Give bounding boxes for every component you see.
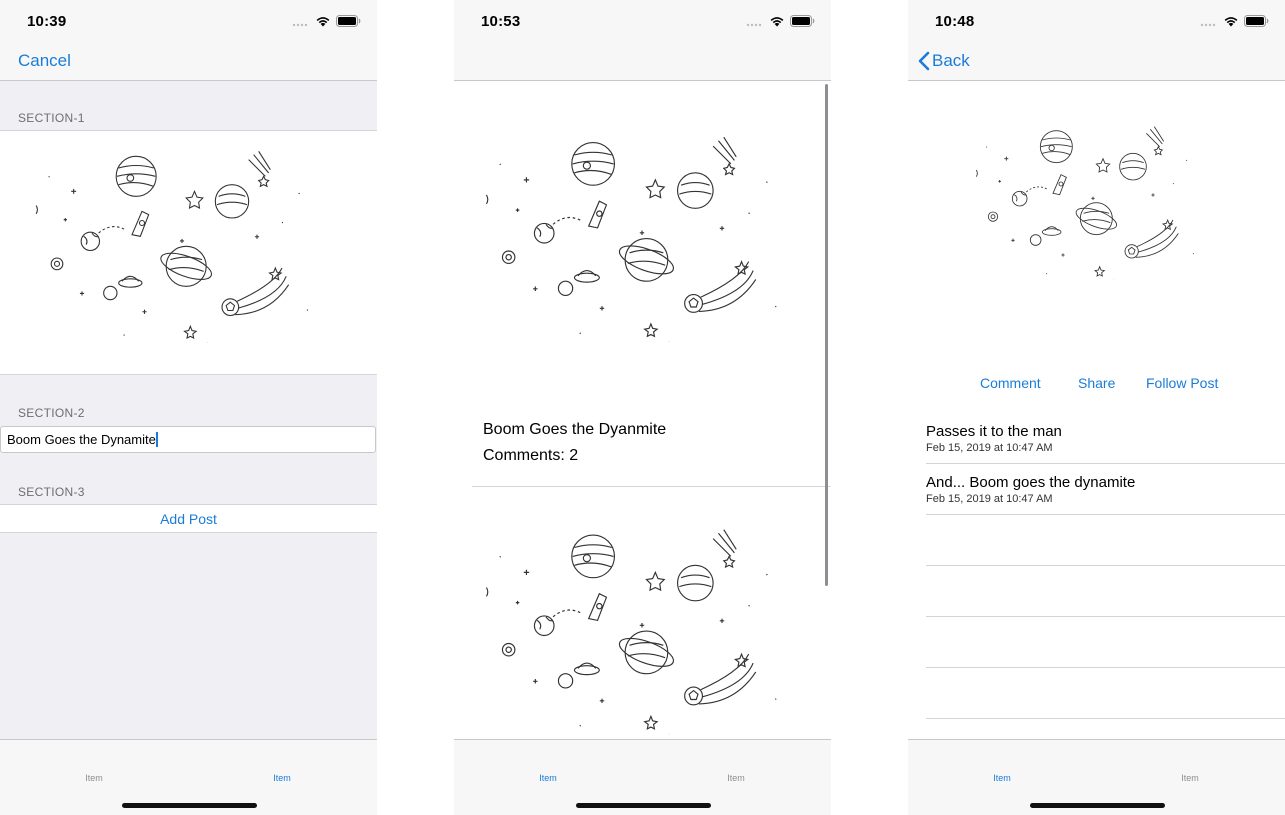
section-header-2: SECTION-2 [18, 406, 85, 420]
screen-new-post: 10:39 Cancel SECTION-1 SECTION-2 Boom Go… [0, 0, 377, 815]
signal-icon [292, 15, 310, 27]
add-post-button[interactable]: Add Post [0, 504, 377, 533]
battery-icon [790, 15, 815, 27]
post-title-field-value: Boom Goes the Dynamite [7, 432, 156, 447]
comment-text: And... Boom goes the dynamite [926, 474, 1136, 491]
share-button[interactable]: Share [1078, 375, 1115, 391]
status-time: 10:53 [481, 13, 521, 30]
navigation-bar: Back [908, 44, 1285, 81]
tab-item-1[interactable]: Item [518, 773, 578, 783]
battery-icon [336, 15, 361, 27]
signal-icon [746, 15, 764, 27]
home-indicator [1029, 803, 1165, 808]
space-doodle-image [482, 110, 802, 360]
section-header-1: SECTION-1 [18, 111, 85, 125]
tab-item-1[interactable]: Item [64, 773, 124, 783]
scroll-indicator[interactable] [825, 84, 828, 586]
battery-icon [1244, 15, 1269, 27]
text-cursor [155, 432, 158, 447]
row-separator [926, 463, 1285, 464]
wifi-icon [315, 15, 331, 27]
status-bar: 10:48 [908, 0, 1285, 44]
home-indicator [121, 803, 257, 808]
row-separator [926, 667, 1285, 668]
row-separator [926, 565, 1285, 566]
back-button[interactable]: Back [918, 51, 970, 71]
wifi-icon [769, 15, 785, 27]
tab-item-2[interactable]: Item [706, 773, 766, 783]
follow-post-button[interactable]: Follow Post [1146, 375, 1218, 391]
screen-feed: 10:53 Boom Goes the Dyanmite Comments: 2… [454, 0, 831, 815]
post-title-field[interactable]: Boom Goes the Dynamite [0, 426, 376, 453]
comment-button[interactable]: Comment [980, 375, 1041, 391]
status-time: 10:48 [935, 13, 975, 30]
status-time: 10:39 [27, 13, 67, 30]
back-label: Back [932, 51, 970, 70]
post-comment-count: Comments: 2 [483, 447, 579, 464]
tab-bar: Item Item [0, 739, 377, 815]
row-separator [926, 514, 1285, 515]
status-bar: 10:53 [454, 0, 831, 44]
space-doodle-image [973, 105, 1213, 295]
status-icons [746, 14, 815, 28]
row-separator [926, 616, 1285, 617]
row-separator [926, 718, 1285, 719]
back-chevron-icon [918, 51, 930, 71]
home-indicator [575, 803, 711, 808]
tab-item-2[interactable]: Item [252, 773, 312, 783]
tab-item-1[interactable]: Item [972, 773, 1032, 783]
screen-post-detail: 10:48 Back Comment Share Follow Post Pas… [908, 0, 1285, 815]
status-bar: 10:39 [0, 0, 377, 44]
status-icons [1200, 14, 1269, 28]
navigation-bar [454, 44, 831, 81]
cell-separator [472, 486, 831, 487]
space-doodle-image [482, 505, 802, 750]
comment-text: Passes it to the man [926, 423, 1062, 440]
navigation-bar: Cancel [0, 44, 377, 81]
cancel-button[interactable]: Cancel [18, 51, 71, 71]
post-title: Boom Goes the Dyanmite [483, 421, 667, 438]
space-doodle-image [22, 143, 342, 343]
comment-date: Feb 15, 2019 at 10:47 AM [926, 442, 1053, 454]
image-cell[interactable] [0, 130, 377, 375]
comment-date: Feb 15, 2019 at 10:47 AM [926, 493, 1053, 505]
tab-bar: Item Item [908, 739, 1285, 815]
tab-bar: Item Item [454, 739, 831, 815]
signal-icon [1200, 15, 1218, 27]
tab-item-2[interactable]: Item [1160, 773, 1220, 783]
status-icons [292, 14, 361, 28]
section-header-3: SECTION-3 [18, 485, 85, 499]
wifi-icon [1223, 15, 1239, 27]
